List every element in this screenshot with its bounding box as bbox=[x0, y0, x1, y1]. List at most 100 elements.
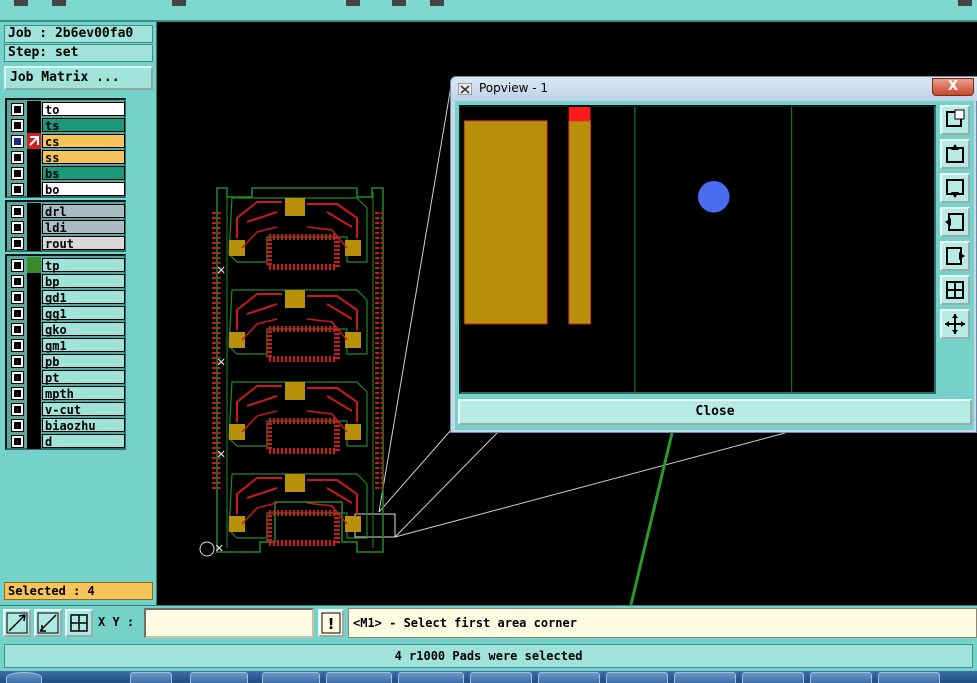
popview-titlebar[interactable]: Popview - 1 X bbox=[451, 77, 977, 101]
layer-swatch[interactable] bbox=[27, 181, 41, 197]
layer-name[interactable]: bp bbox=[42, 274, 125, 289]
layer-row-rout[interactable]: rout bbox=[8, 235, 125, 251]
taskbar-item[interactable] bbox=[262, 672, 320, 683]
layer-name[interactable]: ss bbox=[42, 150, 125, 165]
layer-name[interactable]: gko bbox=[42, 322, 125, 337]
taskbar-item[interactable] bbox=[538, 672, 600, 683]
layer-name[interactable]: ts bbox=[42, 118, 125, 133]
window-close-button[interactable]: X bbox=[932, 78, 974, 96]
layer-row-bp[interactable]: bp bbox=[8, 273, 125, 289]
layer-checkbox[interactable] bbox=[12, 184, 23, 195]
taskbar-item[interactable] bbox=[130, 672, 172, 683]
taskbar-item[interactable] bbox=[674, 672, 736, 683]
layer-row-d[interactable]: d bbox=[8, 433, 125, 449]
layer-row-pb[interactable]: pb bbox=[8, 353, 125, 369]
snap-grid-icon[interactable] bbox=[65, 609, 93, 637]
layer-row-biaozhu[interactable]: biaozhu bbox=[8, 417, 125, 433]
layer-swatch[interactable] bbox=[27, 417, 41, 433]
layer-row-v-cut[interactable]: v-cut bbox=[8, 401, 125, 417]
layer-swatch[interactable] bbox=[27, 165, 41, 181]
layer-checkbox[interactable] bbox=[12, 206, 23, 217]
layer-swatch[interactable] bbox=[27, 117, 41, 133]
layer-checkbox[interactable] bbox=[12, 168, 23, 179]
layer-name[interactable]: drl bbox=[42, 204, 125, 219]
layer-row-bs[interactable]: bs bbox=[8, 165, 125, 181]
layer-swatch[interactable] bbox=[27, 385, 41, 401]
layer-checkbox[interactable] bbox=[12, 222, 23, 233]
layer-swatch[interactable] bbox=[27, 401, 41, 417]
toolbar-button[interactable] bbox=[14, 0, 28, 6]
layer-checkbox[interactable] bbox=[12, 404, 23, 415]
layer-swatch[interactable] bbox=[27, 369, 41, 385]
layer-swatch[interactable] bbox=[27, 149, 41, 165]
layer-swatch[interactable] bbox=[27, 235, 41, 251]
pan-down-icon[interactable] bbox=[940, 139, 970, 169]
pan-up-icon[interactable] bbox=[940, 105, 970, 135]
taskbar-item[interactable] bbox=[878, 672, 940, 683]
layer-checkbox[interactable] bbox=[12, 292, 23, 303]
layer-row-pt[interactable]: pt bbox=[8, 369, 125, 385]
measure-icon[interactable] bbox=[34, 609, 62, 637]
taskbar-item[interactable] bbox=[398, 672, 464, 683]
start-button[interactable] bbox=[6, 672, 42, 683]
layer-row-mpth[interactable]: mpth bbox=[8, 385, 125, 401]
layer-swatch[interactable] bbox=[27, 289, 41, 305]
layer-name[interactable]: mpth bbox=[42, 386, 125, 401]
layer-swatch[interactable] bbox=[27, 433, 41, 449]
layer-row-gd1[interactable]: gd1 bbox=[8, 289, 125, 305]
zoom-fit-icon[interactable] bbox=[940, 241, 970, 271]
layer-row-cs[interactable]: cs bbox=[8, 133, 125, 149]
layer-row-ldi[interactable]: ldi bbox=[8, 219, 125, 235]
layer-swatch[interactable] bbox=[27, 257, 41, 273]
taskbar-item[interactable] bbox=[810, 672, 872, 683]
layer-row-ss[interactable]: ss bbox=[8, 149, 125, 165]
layer-name[interactable]: cs bbox=[42, 134, 125, 149]
pan-left-icon[interactable] bbox=[940, 173, 970, 203]
layer-name[interactable]: tp bbox=[42, 258, 125, 273]
layer-checkbox[interactable] bbox=[12, 260, 23, 271]
layer-name[interactable]: pt bbox=[42, 370, 125, 385]
xy-input[interactable] bbox=[144, 608, 314, 638]
layer-name[interactable]: gg1 bbox=[42, 306, 125, 321]
layer-name[interactable]: ldi bbox=[42, 220, 125, 235]
layer-checkbox[interactable] bbox=[12, 436, 23, 447]
zoom-home-icon[interactable] bbox=[940, 275, 970, 305]
layer-row-ts[interactable]: ts bbox=[8, 117, 125, 133]
toolbar-button[interactable] bbox=[172, 0, 186, 6]
layer-name[interactable]: rout bbox=[42, 236, 125, 251]
layer-checkbox[interactable] bbox=[12, 276, 23, 287]
layer-name[interactable]: v-cut bbox=[42, 402, 125, 417]
layer-row-gm1[interactable]: gm1 bbox=[8, 337, 125, 353]
toolbar-button[interactable] bbox=[346, 0, 360, 6]
layer-name[interactable]: gd1 bbox=[42, 290, 125, 305]
layer-swatch[interactable] bbox=[27, 353, 41, 369]
pointer-arrow-icon[interactable] bbox=[27, 133, 41, 149]
taskbar-item[interactable] bbox=[742, 672, 804, 683]
pan-right-icon[interactable] bbox=[940, 207, 970, 237]
layer-row-drl[interactable]: drl bbox=[8, 203, 125, 219]
layer-swatch[interactable] bbox=[27, 101, 41, 117]
layer-checkbox[interactable] bbox=[12, 104, 23, 115]
job-matrix-button[interactable]: Job Matrix ... bbox=[4, 66, 153, 90]
layer-checkbox[interactable] bbox=[12, 420, 23, 431]
layer-checkbox[interactable] bbox=[12, 388, 23, 399]
layer-name[interactable]: bs bbox=[42, 166, 125, 181]
layer-name[interactable]: to bbox=[42, 102, 125, 117]
toolbar-button[interactable] bbox=[958, 0, 972, 6]
layer-swatch[interactable] bbox=[27, 203, 41, 219]
toolbar-button[interactable] bbox=[392, 0, 406, 6]
layer-name[interactable]: d bbox=[42, 434, 125, 449]
layer-checkbox[interactable] bbox=[12, 356, 23, 367]
layer-checkbox[interactable] bbox=[12, 120, 23, 131]
taskbar-item[interactable] bbox=[606, 672, 668, 683]
layer-name[interactable]: bo bbox=[42, 182, 125, 197]
layer-name[interactable]: pb bbox=[42, 354, 125, 369]
layer-checkbox[interactable] bbox=[12, 238, 23, 249]
layer-swatch[interactable] bbox=[27, 219, 41, 235]
layer-swatch[interactable] bbox=[27, 273, 41, 289]
layer-name[interactable]: gm1 bbox=[42, 338, 125, 353]
layer-row-gko[interactable]: gko bbox=[8, 321, 125, 337]
toolbar-button[interactable] bbox=[430, 0, 444, 6]
layer-row-tp[interactable]: tp bbox=[8, 257, 125, 273]
alert-icon[interactable]: ! bbox=[318, 609, 344, 637]
